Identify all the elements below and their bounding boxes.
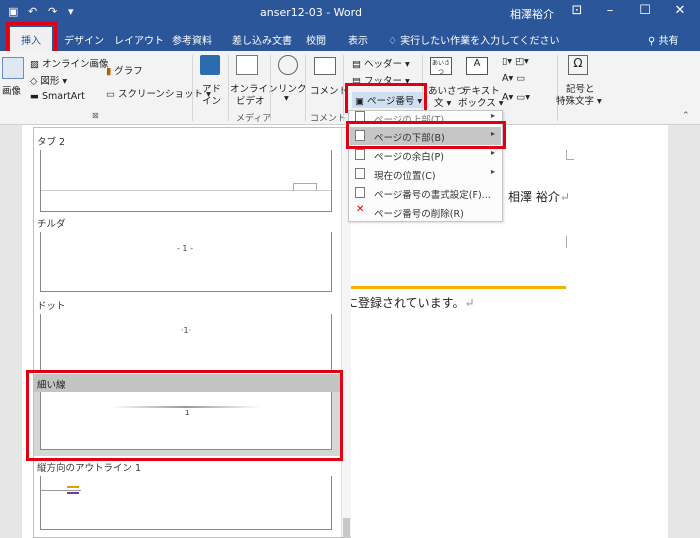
preview-line bbox=[41, 490, 81, 491]
online-picture-icon: ▨ bbox=[30, 59, 39, 70]
gallery-item-title: チルダ bbox=[37, 219, 66, 230]
tab-layout[interactable]: レイアウト bbox=[114, 32, 164, 47]
smartart-button[interactable]: ▬ SmartArt bbox=[30, 91, 85, 102]
ribbon-display-icon[interactable]: ⊡ bbox=[562, 3, 592, 18]
store-icon[interactable] bbox=[200, 55, 220, 75]
header-button[interactable]: ▤ ヘッダー ▾ bbox=[352, 56, 410, 70]
link-dropdown-icon[interactable]: ▾ bbox=[284, 93, 289, 104]
preview-tab bbox=[293, 183, 317, 191]
gallery-item-vertical-outline[interactable] bbox=[40, 476, 332, 530]
header-icon: ▤ bbox=[352, 59, 361, 70]
gallery-item-title: タブ 2 bbox=[37, 137, 66, 148]
gallery-item-tab2[interactable] bbox=[40, 150, 332, 212]
separator bbox=[228, 55, 229, 121]
gallery-item-dot[interactable]: ·1· bbox=[40, 314, 332, 370]
separator bbox=[192, 55, 193, 121]
redo-icon[interactable]: ↷ bbox=[48, 5, 57, 18]
preview-accent bbox=[67, 486, 79, 488]
format-icon bbox=[355, 187, 365, 198]
screenshot-button[interactable]: ▭ スクリーンショット ▾ bbox=[106, 86, 211, 100]
current-position-icon bbox=[355, 168, 365, 179]
tab-references[interactable]: 参考資料 bbox=[172, 32, 212, 47]
wordart-icon[interactable]: A▾ ▭ bbox=[502, 73, 525, 84]
page-margin-icon bbox=[355, 149, 365, 160]
preview-accent bbox=[67, 492, 79, 494]
dialog-launcher-icon[interactable]: ⊠ bbox=[92, 111, 99, 120]
graph-button[interactable]: ▮ グラフ bbox=[106, 63, 143, 77]
tab-view[interactable]: 表示 bbox=[348, 32, 368, 47]
preview-number: ·1· bbox=[181, 326, 192, 335]
picture-icon[interactable] bbox=[2, 57, 24, 79]
user-name[interactable]: 相澤裕介 bbox=[510, 6, 554, 22]
remove-icon: ✕ bbox=[356, 204, 365, 215]
dropcap-icon[interactable]: A▾ ▭▾ bbox=[502, 92, 530, 103]
textbox-icon[interactable]: A bbox=[466, 57, 488, 75]
menu-item-remove[interactable]: ✕ ページ番号の削除(R) bbox=[350, 203, 501, 221]
symbol-label-2[interactable]: 特殊文字 ▾ bbox=[556, 93, 602, 107]
maximize-icon[interactable]: ☐ bbox=[630, 3, 660, 18]
customize-icon[interactable]: ▾ bbox=[68, 5, 74, 18]
tab-mailings[interactable]: 差し込み文書 bbox=[232, 32, 292, 47]
gallery-item-title: ドット bbox=[37, 301, 66, 312]
addin-label-2[interactable]: イン bbox=[202, 93, 221, 107]
symbol-icon[interactable]: Ω bbox=[568, 55, 588, 75]
preview-line bbox=[41, 190, 331, 191]
preview-number: - 1 - bbox=[177, 244, 193, 253]
collapse-ribbon-icon[interactable]: ⌃ bbox=[682, 111, 690, 121]
margin-mark bbox=[566, 236, 574, 248]
undo-icon[interactable]: ↶ bbox=[28, 5, 37, 18]
highlight-page-bottom bbox=[346, 121, 506, 149]
title-bar: ▣ ↶ ↷ ▾ anser12-03 - Word 相澤裕介 ⊡ – ☐ ✕ bbox=[0, 0, 700, 26]
separator bbox=[305, 55, 306, 121]
share-button[interactable]: ⚲ 共有 bbox=[648, 32, 679, 47]
person-icon: ⚲ bbox=[648, 36, 659, 47]
textbox-label-2[interactable]: ボックス ▾ bbox=[458, 95, 504, 109]
page-number-gallery: タブ 2 チルダ - 1 - ドット ·1· 細い線 1 縦方向のアウトライン … bbox=[33, 127, 351, 538]
link-label[interactable]: リンク bbox=[278, 81, 307, 95]
link-icon[interactable] bbox=[278, 55, 298, 75]
comment-icon[interactable] bbox=[314, 57, 336, 75]
tell-me-box[interactable]: ♢ 実行したい作業を入力してください bbox=[388, 32, 560, 47]
gallery-scroll-thumb[interactable] bbox=[343, 518, 350, 538]
shapes-button[interactable]: ◇ 図形 ▾ bbox=[30, 73, 67, 87]
window-title: anser12-03 - Word bbox=[260, 6, 362, 19]
yellow-rule bbox=[346, 286, 566, 289]
minimize-icon[interactable]: – bbox=[595, 3, 625, 18]
tab-design[interactable]: デザイン bbox=[64, 32, 104, 47]
quickparts-icon[interactable]: ▯▾ ◰▾ bbox=[502, 56, 529, 67]
highlight-thin-line bbox=[26, 370, 343, 461]
separator bbox=[270, 55, 271, 121]
group-media: メディア bbox=[236, 114, 272, 124]
tab-review[interactable]: 校閲 bbox=[306, 32, 326, 47]
highlight-page-number bbox=[345, 83, 427, 113]
smartart-icon: ▬ bbox=[30, 91, 39, 102]
online-video-label-2[interactable]: ビデオ bbox=[236, 93, 265, 107]
shapes-icon: ◇ bbox=[30, 76, 38, 87]
menu-item-current[interactable]: 現在の位置(C) ▸ bbox=[350, 165, 501, 183]
gallery-item-tilde[interactable]: - 1 - bbox=[40, 232, 332, 292]
close-icon[interactable]: ✕ bbox=[665, 3, 695, 18]
group-comment: コメント bbox=[310, 114, 347, 124]
screenshot-icon: ▭ bbox=[106, 89, 115, 100]
greeting-icon[interactable]: あいさつ bbox=[430, 57, 452, 76]
document-author[interactable]: 相澤 裕介↵ bbox=[508, 188, 570, 205]
menu-item-format[interactable]: ページ番号の書式設定(F)... bbox=[350, 184, 501, 202]
online-image-button[interactable]: ▨ オンライン画像 bbox=[30, 56, 109, 70]
greeting-label-2[interactable]: 文 ▾ bbox=[434, 95, 451, 109]
margin-mark bbox=[566, 150, 574, 160]
video-icon[interactable] bbox=[236, 55, 258, 75]
chart-icon: ▮ bbox=[106, 66, 112, 77]
ribbon-tabs: 挿入 デザイン レイアウト 参考資料 差し込み文書 校閲 表示 ♢ 実行したい作… bbox=[0, 26, 700, 51]
lightbulb-icon: ♢ bbox=[388, 36, 401, 47]
image-label[interactable]: 画像 bbox=[2, 83, 21, 97]
save-icon[interactable]: ▣ bbox=[8, 5, 18, 18]
separator bbox=[343, 55, 344, 121]
separator bbox=[557, 55, 558, 121]
document-line[interactable]: に登録されています。↵ bbox=[346, 294, 475, 311]
